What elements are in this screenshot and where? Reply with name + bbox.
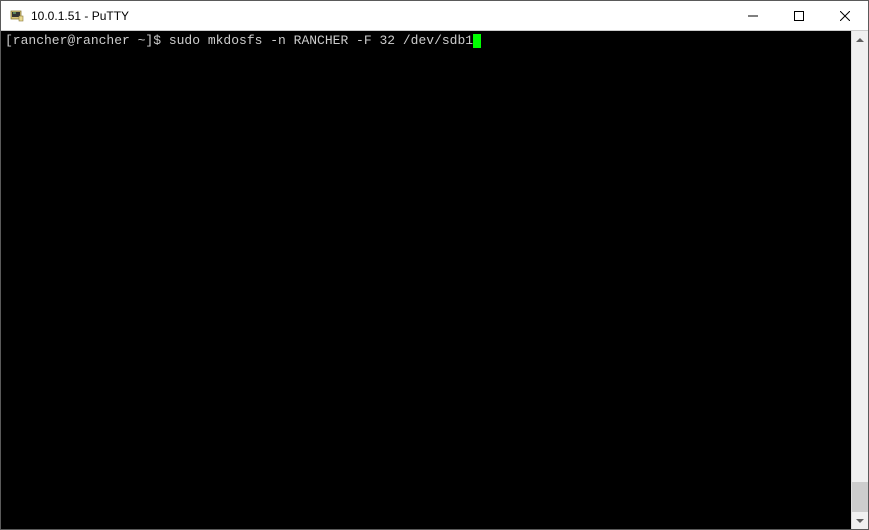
maximize-button[interactable] bbox=[776, 1, 822, 30]
scroll-thumb[interactable] bbox=[852, 482, 868, 512]
terminal[interactable]: [rancher@rancher ~]$ sudo mkdosfs -n RAN… bbox=[1, 31, 851, 529]
terminal-cursor bbox=[473, 34, 481, 48]
close-button[interactable] bbox=[822, 1, 868, 30]
scroll-track[interactable] bbox=[852, 48, 868, 512]
scroll-up-button[interactable] bbox=[852, 31, 868, 48]
putty-window: 10.0.1.51 - PuTTY [rancher@rancher ~]$ s bbox=[0, 0, 869, 530]
minimize-button[interactable] bbox=[730, 1, 776, 30]
scroll-down-button[interactable] bbox=[852, 512, 868, 529]
putty-icon bbox=[9, 8, 25, 24]
shell-prompt: [rancher@rancher ~]$ bbox=[5, 33, 169, 48]
vertical-scrollbar[interactable] bbox=[851, 31, 868, 529]
window-controls bbox=[730, 1, 868, 30]
terminal-area: [rancher@rancher ~]$ sudo mkdosfs -n RAN… bbox=[1, 31, 868, 529]
window-title: 10.0.1.51 - PuTTY bbox=[31, 9, 730, 23]
titlebar[interactable]: 10.0.1.51 - PuTTY bbox=[1, 1, 868, 31]
shell-command: sudo mkdosfs -n RANCHER -F 32 /dev/sdb1 bbox=[169, 33, 473, 48]
